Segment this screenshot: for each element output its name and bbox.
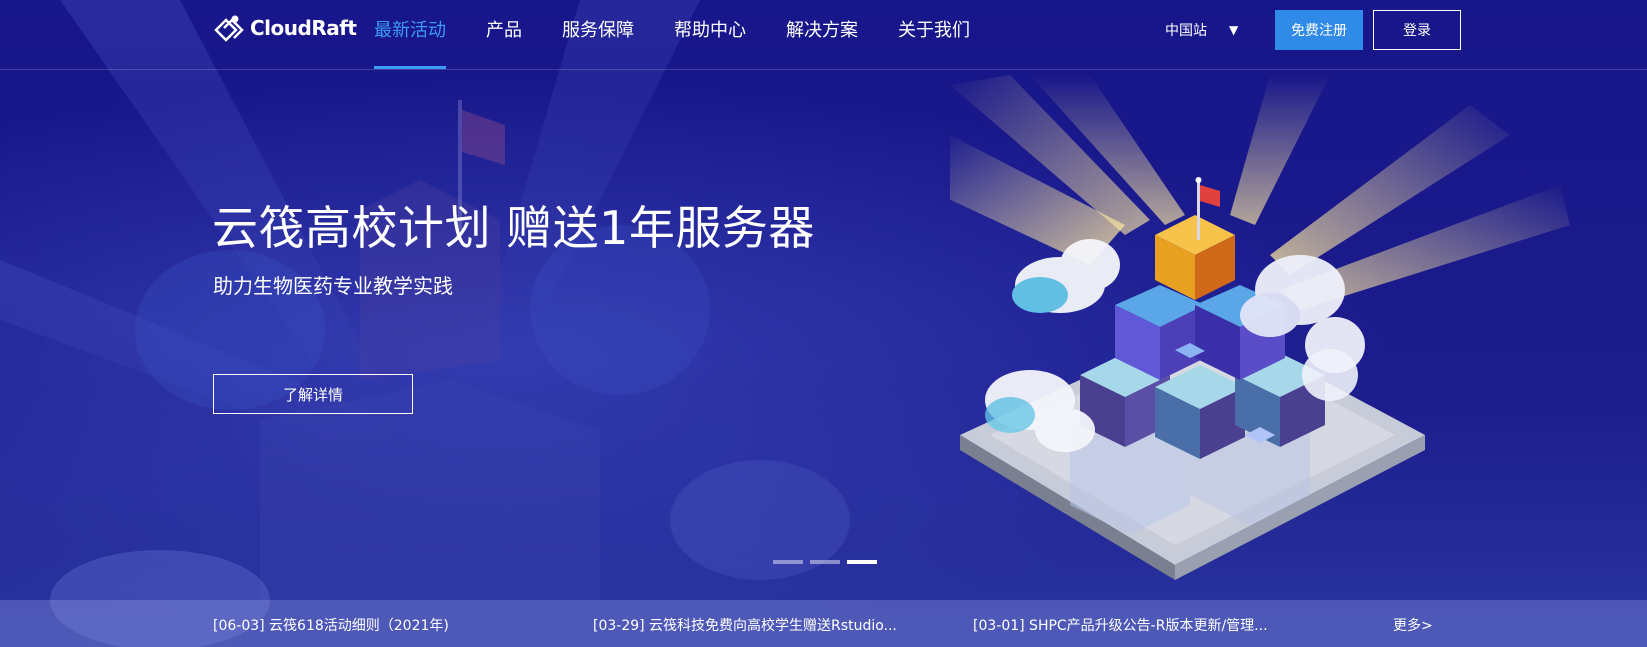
hero-subtitle: 助力生物医药专业教学实践: [213, 274, 453, 298]
top-nav-bar: CloudRaft 最新活动 产品 服务保障 帮助中心 解决方案 关于我们 中国…: [0, 0, 1647, 70]
nav-item-help-center[interactable]: 帮助中心: [654, 0, 766, 69]
cloud-left-top: [1012, 239, 1120, 313]
caret-down-icon: ▼: [1229, 23, 1239, 37]
main-nav: 最新活动 产品 服务保障 帮助中心 解决方案 关于我们: [374, 0, 990, 69]
news-item[interactable]: [03-01] SHPC产品升级公告-R版本更新/管理...: [973, 615, 1268, 635]
nav-item-about-us[interactable]: 关于我们: [878, 0, 990, 69]
nav-item-products[interactable]: 产品: [466, 0, 542, 69]
cloud-right-bottom: [1302, 349, 1358, 401]
region-selector[interactable]: 中国站 ▼: [1165, 20, 1238, 40]
brand-logo[interactable]: CloudRaft: [212, 12, 357, 44]
news-item[interactable]: [06-03] 云筏618活动细则（2021年): [213, 615, 449, 635]
news-bar: [06-03] 云筏618活动细则（2021年) [03-29] 云筏科技免费向…: [0, 600, 1647, 647]
cloudraft-logo-icon: [214, 15, 244, 42]
nav-item-solutions[interactable]: 解决方案: [766, 0, 878, 69]
news-more-link[interactable]: 更多>: [1393, 615, 1433, 635]
brand-name: CloudRaft: [250, 16, 357, 40]
region-label: 中国站: [1165, 23, 1207, 39]
login-button[interactable]: 登录: [1373, 10, 1461, 50]
learn-more-button[interactable]: 了解详情: [213, 374, 413, 414]
register-button[interactable]: 免费注册: [1275, 10, 1363, 50]
carousel-dot-3[interactable]: [847, 560, 877, 564]
carousel-dot-1[interactable]: [773, 560, 803, 564]
campus-server-illustration: [950, 75, 1570, 580]
nav-item-service-assurance[interactable]: 服务保障: [542, 0, 654, 69]
carousel-indicators: [773, 560, 877, 564]
news-item[interactable]: [03-29] 云筏科技免费向高校学生赠送Rstudio...: [593, 615, 897, 635]
nav-item-latest-activities[interactable]: 最新活动: [374, 0, 466, 69]
carousel-dot-2[interactable]: [810, 560, 840, 564]
hero-title: 云筏高校计划 赠送1年服务器: [212, 201, 815, 255]
